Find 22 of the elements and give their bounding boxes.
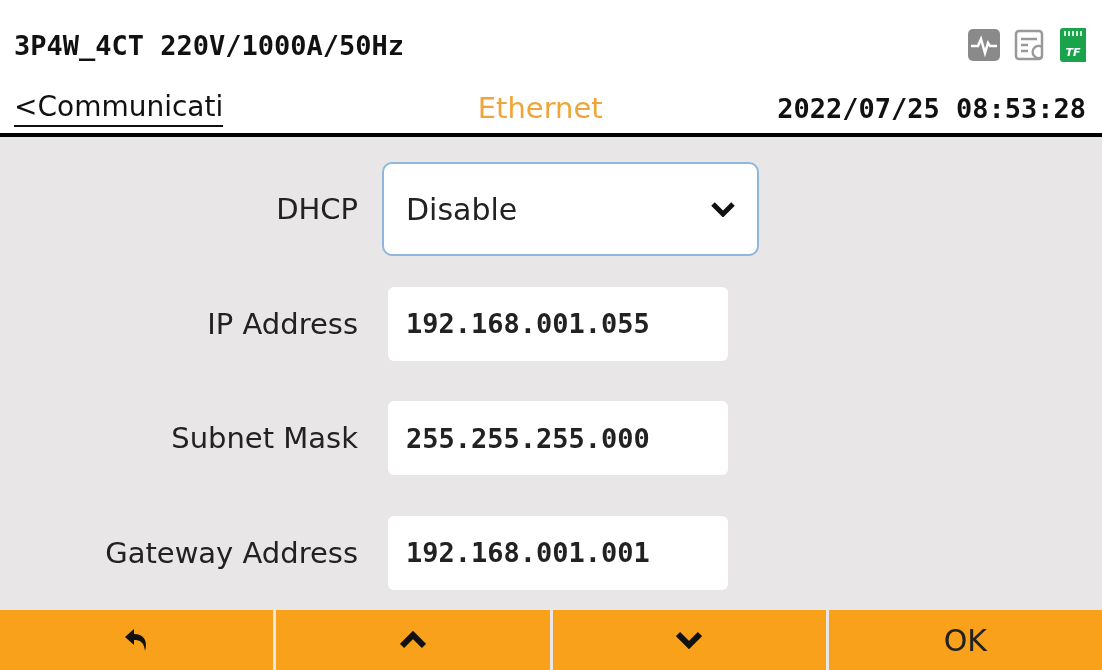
field-label: DHCP: [275, 192, 359, 227]
field-label: Gateway Address: [104, 535, 359, 570]
ok-button[interactable]: OK: [828, 610, 1102, 670]
down-button[interactable]: [552, 610, 826, 670]
page-title: Ethernet: [477, 91, 603, 125]
record-icon: [1014, 29, 1046, 61]
back-link[interactable]: <Communicati: [14, 89, 224, 127]
sd-card-icon: TF: [1060, 28, 1086, 62]
dhcp-dropdown[interactable]: Disable: [382, 162, 759, 257]
chevron-down-icon: [676, 631, 703, 649]
wiring-info: 3P4W_4CT 220V/1000A/50Hz: [14, 29, 405, 61]
chevron-up-icon: [399, 631, 426, 649]
field-label: Subnet Mask: [170, 421, 359, 456]
date-time: 2022/07/25 08:53:28: [777, 92, 1086, 124]
field-label: IP Address: [206, 306, 359, 341]
waveform-icon: [968, 29, 1000, 61]
input-field[interactable]: 255.255.255.000: [388, 401, 728, 476]
chevron-down-icon: [711, 201, 735, 218]
input-field[interactable]: 192.168.001.001: [388, 515, 728, 590]
input-field[interactable]: 192.168.001.055: [388, 286, 728, 361]
up-button[interactable]: [276, 610, 550, 670]
back-button[interactable]: [0, 610, 274, 670]
